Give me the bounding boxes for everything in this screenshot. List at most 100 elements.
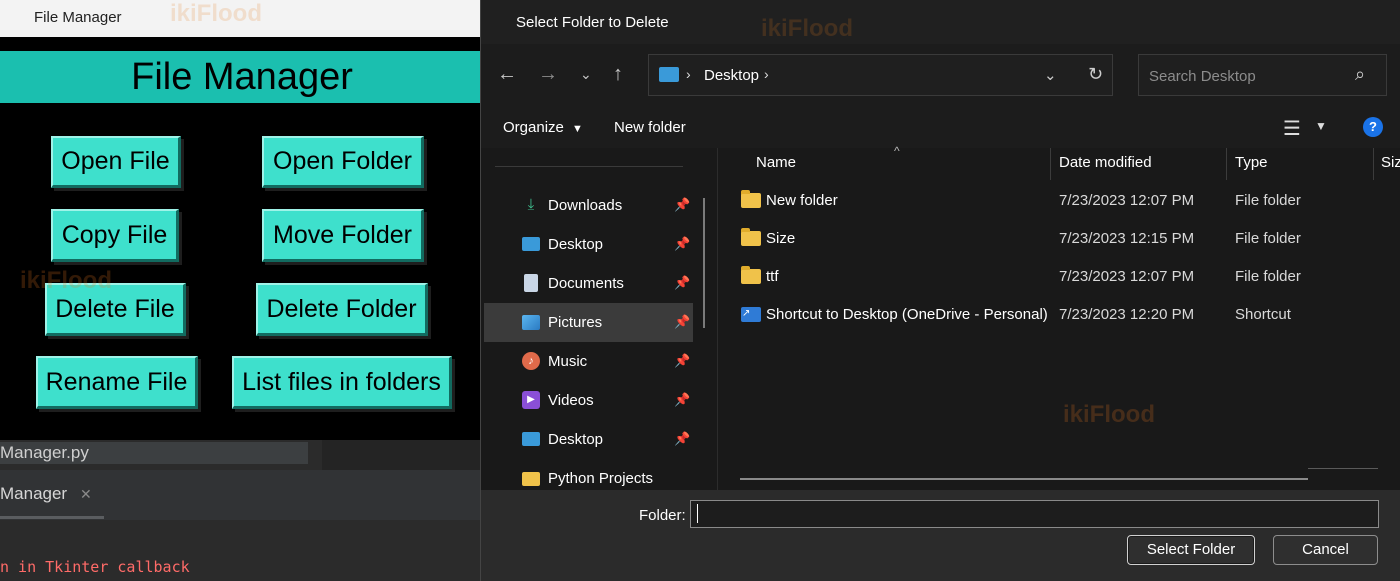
column-separator[interactable] (1373, 148, 1374, 180)
up-arrow-icon[interactable]: ↑ (613, 64, 623, 84)
column-header-name[interactable]: Name (756, 154, 796, 171)
nav-item-label: Python Projects (548, 470, 654, 487)
download-icon: ⤓ (527, 196, 535, 213)
file-manager-titlebar[interactable]: File Manager ikiFlood (0, 0, 488, 37)
copy-file-button[interactable]: Copy File (51, 209, 179, 262)
run-tab-underline (0, 516, 104, 519)
run-tool-bar: Manager ✕ (0, 470, 480, 520)
column-header-size[interactable]: Siz (1381, 154, 1400, 171)
pin-icon[interactable]: 📌 (674, 431, 690, 447)
music-icon: ♪ (522, 352, 540, 370)
search-input[interactable]: Search Desktop (1149, 68, 1256, 85)
folder-icon (741, 266, 761, 284)
view-options-icon[interactable]: ☰ (1283, 116, 1301, 141)
nav-item-label: Downloads (548, 197, 623, 214)
cancel-button[interactable]: Cancel (1273, 535, 1378, 565)
row-date: 7/23/2023 12:15 PM (1059, 230, 1195, 247)
address-dropdown-icon[interactable]: ⌄ (1044, 66, 1057, 84)
search-box[interactable]: Search Desktop ⌕ (1138, 54, 1387, 96)
pin-icon[interactable]: 📌 (674, 353, 690, 369)
list-files-button[interactable]: List files in folders (232, 356, 452, 409)
folder-label: Folder: (639, 507, 686, 524)
organize-button[interactable]: Organize ▼ (503, 119, 583, 136)
nav-item-desktop-2[interactable]: Desktop 📌 (484, 420, 693, 459)
table-row[interactable]: ttf 7/23/2023 12:07 PM File folder (718, 258, 1400, 296)
watermark: ikiFlood (1063, 401, 1155, 428)
close-icon[interactable]: ✕ (80, 486, 92, 503)
open-folder-button[interactable]: Open Folder (262, 136, 424, 188)
help-icon[interactable]: ? (1363, 117, 1383, 137)
editor-file-tab-label: Manager.py (0, 443, 89, 462)
column-header-type[interactable]: Type (1235, 154, 1268, 171)
nav-item-videos[interactable]: ▶ Videos 📌 (484, 381, 693, 420)
rename-file-button[interactable]: Rename File (36, 356, 198, 409)
column-header-date[interactable]: Date modified (1059, 154, 1152, 171)
chevron-down-icon: ▼ (572, 123, 583, 135)
column-separator[interactable] (1226, 148, 1227, 180)
row-date: 7/23/2023 12:07 PM (1059, 192, 1195, 209)
nav-item-desktop[interactable]: Desktop 📌 (484, 225, 693, 264)
app-header: File Manager (0, 51, 484, 103)
file-list: Name ^ Date modified Type Siz New folder… (718, 144, 1400, 490)
pin-icon[interactable]: 📌 (674, 314, 690, 330)
window-title: File Manager (34, 9, 122, 26)
back-arrow-icon[interactable]: ← (497, 64, 517, 84)
folder-input[interactable] (690, 500, 1379, 528)
nav-item-label: Desktop (548, 431, 604, 448)
text-caret (697, 504, 698, 523)
search-icon[interactable]: ⌕ (1355, 64, 1365, 85)
nav-item-documents[interactable]: Documents 📌 (484, 264, 693, 303)
select-folder-button[interactable]: Select Folder (1127, 535, 1255, 565)
nav-item-label: Music (548, 353, 588, 370)
row-type: Shortcut (1235, 306, 1291, 323)
horizontal-scrollbar[interactable] (740, 478, 1308, 480)
videos-icon: ▶ (522, 391, 540, 409)
desktop-icon (522, 235, 540, 253)
move-folder-button[interactable]: Move Folder (262, 209, 424, 262)
breadcrumb-chevron-icon[interactable]: › (764, 66, 769, 82)
nav-divider (495, 166, 683, 167)
file-manager-body: File Manager Open File Open Folder Copy … (0, 37, 484, 440)
open-file-button[interactable]: Open File (51, 136, 181, 188)
dialog-titlebar[interactable]: Select Folder to Delete ikiFlood (481, 0, 1400, 44)
address-bar[interactable]: › Desktop › ⌄ ↻ (648, 54, 1113, 96)
nav-item-downloads[interactable]: ⤓ Downloads 📌 (484, 186, 693, 225)
pin-icon[interactable]: 📌 (674, 197, 690, 213)
ide-background: Manager.py Manager ✕ n in Tkinter callba… (0, 440, 480, 581)
row-name: New folder (766, 192, 838, 209)
recent-locations-chevron-icon[interactable]: ⌄ (580, 64, 592, 84)
nav-item-label: Desktop (548, 236, 604, 253)
pin-icon[interactable]: 📌 (674, 236, 690, 252)
watermark: ikiFlood (761, 15, 853, 42)
view-dropdown-icon[interactable]: ▼ (1315, 119, 1327, 133)
row-type: File folder (1235, 268, 1301, 285)
breadcrumb-desktop[interactable]: Desktop (704, 67, 759, 84)
organize-label: Organize (503, 119, 564, 136)
nav-scrollbar[interactable] (703, 198, 705, 328)
forward-arrow-icon[interactable]: → (538, 64, 558, 84)
watermark: ikiFlood (20, 267, 112, 294)
pictures-icon (522, 313, 540, 331)
new-folder-button[interactable]: New folder (614, 119, 686, 136)
table-row[interactable]: Shortcut to Desktop (OneDrive - Personal… (718, 296, 1400, 334)
nav-item-pictures[interactable]: Pictures 📌 (484, 303, 693, 342)
row-date: 7/23/2023 12:07 PM (1059, 268, 1195, 285)
editor-file-tab[interactable]: Manager.py (0, 442, 308, 464)
column-separator[interactable] (1050, 148, 1051, 180)
run-tab-label[interactable]: Manager (0, 484, 67, 504)
refresh-icon[interactable]: ↻ (1088, 64, 1103, 85)
file-manager-window: File Manager ikiFlood File Manager Open … (0, 0, 488, 440)
list-edge-line (1308, 468, 1378, 469)
table-row[interactable]: Size 7/23/2023 12:15 PM File folder (718, 220, 1400, 258)
row-date: 7/23/2023 12:20 PM (1059, 306, 1195, 323)
folder-icon (741, 228, 761, 246)
table-row[interactable]: New folder 7/23/2023 12:07 PM File folde… (718, 182, 1400, 220)
folder-icon (522, 469, 540, 487)
navigation-pane: ⤓ Downloads 📌 Desktop 📌 Documents 📌 Pict… (481, 148, 718, 490)
row-name: Shortcut to Desktop (OneDrive - Personal… (766, 306, 1048, 323)
delete-folder-button[interactable]: Delete Folder (256, 283, 428, 336)
nav-item-music[interactable]: ♪ Music 📌 (484, 342, 693, 381)
row-type: File folder (1235, 230, 1301, 247)
pin-icon[interactable]: 📌 (674, 275, 690, 291)
pin-icon[interactable]: 📌 (674, 392, 690, 408)
